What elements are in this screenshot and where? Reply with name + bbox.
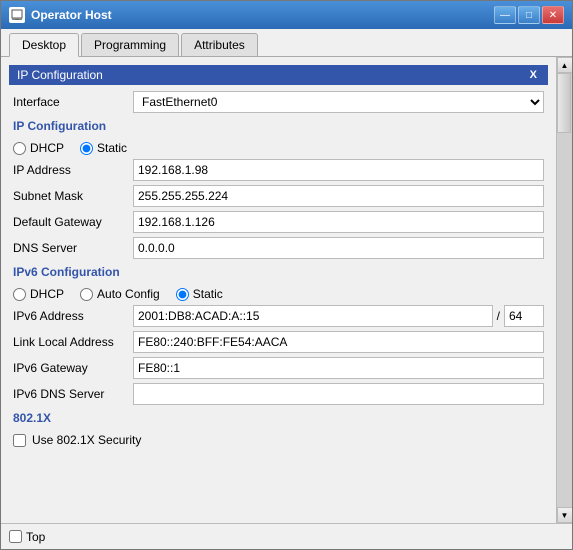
dot1x-checkbox[interactable]: [13, 434, 26, 447]
top-label: Top: [26, 530, 45, 544]
ip-address-label: IP Address: [13, 163, 133, 177]
default-gateway-label: Default Gateway: [13, 215, 133, 229]
dot1x-checkbox-row: Use 802.1X Security: [9, 429, 548, 451]
subnet-mask-row: Subnet Mask: [9, 185, 548, 207]
ipv6-mode-radio-group: DHCP Auto Config Static: [9, 283, 548, 305]
ipv6-dns-input[interactable]: [133, 383, 544, 405]
static-label: Static: [97, 141, 127, 155]
scroll-up-button[interactable]: ▲: [557, 57, 573, 73]
ipv6-address-label: IPv6 Address: [13, 309, 133, 323]
ip-address-row: IP Address: [9, 159, 548, 181]
ipv6-gateway-label: IPv6 Gateway: [13, 361, 133, 375]
tab-desktop[interactable]: Desktop: [9, 33, 79, 57]
interface-select[interactable]: FastEthernet0: [133, 91, 544, 113]
ipv6-static-label: Static: [193, 287, 223, 301]
title-bar: Operator Host — □ ✕: [1, 1, 572, 29]
bottom-bar: Top: [1, 523, 572, 549]
static-radio-label[interactable]: Static: [80, 141, 127, 155]
ipv6-dns-label: IPv6 DNS Server: [13, 387, 133, 401]
link-local-label: Link Local Address: [13, 335, 133, 349]
link-local-row: Link Local Address: [9, 331, 548, 353]
ipv6-dhcp-radio[interactable]: [13, 288, 26, 301]
ipv6-address-input[interactable]: [133, 305, 493, 327]
window-controls: — □ ✕: [494, 6, 564, 24]
scrollbar: ▲ ▼: [556, 57, 572, 523]
subnet-mask-label: Subnet Mask: [13, 189, 133, 203]
default-gateway-input[interactable]: [133, 211, 544, 233]
dhcp-radio-label[interactable]: DHCP: [13, 141, 64, 155]
interface-row: Interface FastEthernet0: [9, 91, 548, 113]
ipv6-static-radio[interactable]: [176, 288, 189, 301]
tab-programming[interactable]: Programming: [81, 33, 179, 56]
default-gateway-row: Default Gateway: [9, 211, 548, 233]
tab-attributes[interactable]: Attributes: [181, 33, 258, 56]
minimize-button[interactable]: —: [494, 6, 516, 24]
ipv6-dhcp-radio-label[interactable]: DHCP: [13, 287, 64, 301]
scrollbar-track[interactable]: [557, 73, 572, 507]
top-checkbox[interactable]: [9, 530, 22, 543]
link-local-input[interactable]: [133, 331, 544, 353]
interface-label: Interface: [13, 95, 133, 109]
ip-sub-section-title: IP Configuration: [13, 119, 544, 133]
dns-server-label: DNS Server: [13, 241, 133, 255]
ipv6-address-row: IPv6 Address /: [9, 305, 548, 327]
ip-config-close-button[interactable]: X: [527, 69, 540, 81]
ipv6-auto-radio[interactable]: [80, 288, 93, 301]
window-icon: [9, 7, 25, 23]
dot1x-checkbox-label: Use 802.1X Security: [32, 433, 141, 447]
scrollbar-thumb[interactable]: [557, 73, 571, 133]
tabs-bar: Desktop Programming Attributes: [1, 29, 572, 57]
main-panel: IP Configuration X Interface FastEtherne…: [1, 57, 556, 523]
window-title: Operator Host: [31, 8, 494, 22]
dhcp-label: DHCP: [30, 141, 64, 155]
ipv6-gateway-input[interactable]: [133, 357, 544, 379]
close-button[interactable]: ✕: [542, 6, 564, 24]
ipv6-gateway-row: IPv6 Gateway: [9, 357, 548, 379]
ipv6-dns-row: IPv6 DNS Server: [9, 383, 548, 405]
ip-config-header: IP Configuration X: [9, 65, 548, 85]
dot1x-section-title: 802.1X: [13, 411, 544, 425]
ipv6-static-radio-label[interactable]: Static: [176, 287, 223, 301]
dns-server-input[interactable]: [133, 237, 544, 259]
subnet-mask-input[interactable]: [133, 185, 544, 207]
dns-server-row: DNS Server: [9, 237, 548, 259]
dhcp-radio[interactable]: [13, 142, 26, 155]
ipv6-dhcp-label: DHCP: [30, 287, 64, 301]
content-area: IP Configuration X Interface FastEtherne…: [1, 57, 572, 523]
ipv6-auto-label: Auto Config: [97, 287, 160, 301]
static-radio[interactable]: [80, 142, 93, 155]
top-checkbox-label[interactable]: Top: [9, 530, 45, 544]
scroll-down-button[interactable]: ▼: [557, 507, 573, 523]
prefix-separator: /: [497, 309, 500, 323]
prefix-length-input[interactable]: [504, 305, 544, 327]
ipv6-input-group: /: [133, 305, 544, 327]
maximize-button[interactable]: □: [518, 6, 540, 24]
ipv6-sub-section-title: IPv6 Configuration: [13, 265, 544, 279]
ipv6-auto-radio-label[interactable]: Auto Config: [80, 287, 160, 301]
ip-config-title: IP Configuration: [17, 68, 103, 82]
window: Operator Host — □ ✕ Desktop Programming …: [0, 0, 573, 550]
ip-mode-radio-group: DHCP Static: [9, 137, 548, 159]
ip-address-input[interactable]: [133, 159, 544, 181]
